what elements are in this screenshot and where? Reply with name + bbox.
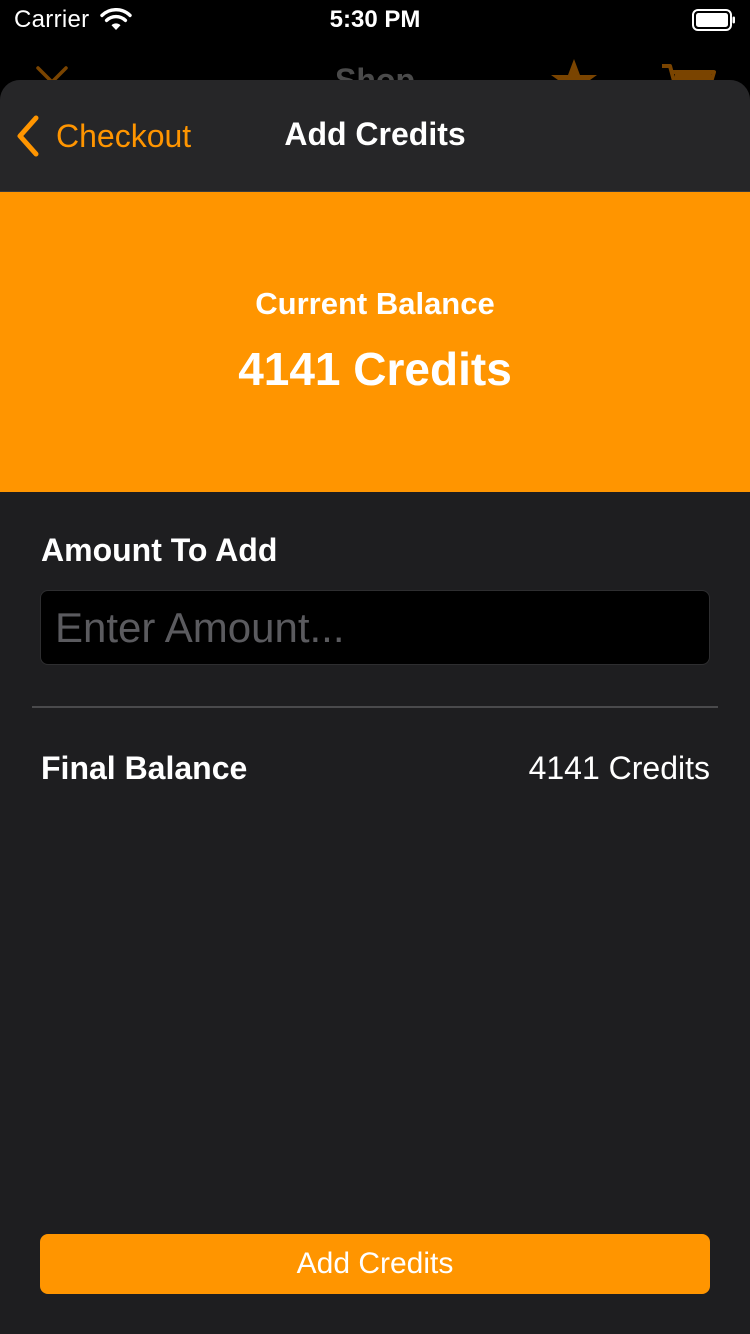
current-balance-banner: Current Balance 4141 Credits bbox=[0, 192, 750, 492]
current-balance-caption: Current Balance bbox=[255, 286, 495, 321]
clock: 5:30 PM bbox=[329, 6, 421, 33]
divider bbox=[32, 706, 718, 708]
add-credits-sheet: Checkout Add Credits Current Balance 414… bbox=[0, 80, 750, 1334]
amount-to-add-label: Amount To Add bbox=[41, 532, 278, 568]
final-balance-value: 4141 Credits bbox=[528, 750, 710, 786]
add-credits-button[interactable]: Add Credits bbox=[40, 1234, 710, 1294]
battery-icon bbox=[692, 9, 736, 31]
final-balance-label: Final Balance bbox=[41, 750, 248, 786]
current-balance-value: 4141 Credits bbox=[238, 343, 512, 395]
status-bar: Carrier 5:30 PM bbox=[0, 0, 750, 40]
navigation-bar: Checkout Add Credits bbox=[0, 80, 750, 192]
page-title: Add Credits bbox=[284, 116, 466, 152]
amount-input[interactable] bbox=[40, 590, 710, 665]
